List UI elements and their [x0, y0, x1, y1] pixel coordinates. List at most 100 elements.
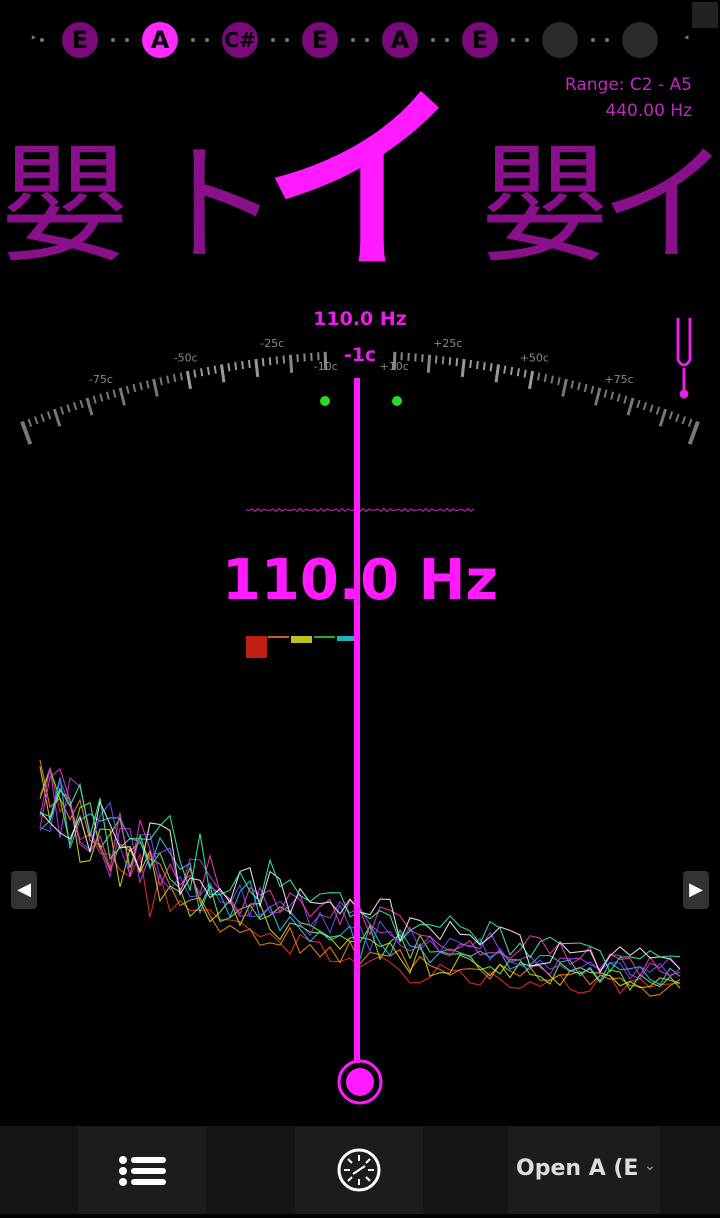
- corner-button[interactable]: [692, 2, 718, 28]
- string-empty-7[interactable]: [622, 22, 658, 58]
- meter-tick-label: -75c: [89, 373, 113, 386]
- meter-tick-label: +25c: [433, 337, 462, 350]
- range-info: Range: C2 - A5 440.00 Hz: [565, 72, 692, 124]
- meter-tick: [174, 374, 175, 382]
- meter-tick: [470, 360, 471, 368]
- separator-dot: [591, 38, 595, 42]
- meter-tick: [436, 356, 437, 364]
- meter-tick: [181, 373, 182, 381]
- meter-tick: [690, 422, 698, 445]
- meter-tick: [637, 400, 639, 408]
- meter-tick: [518, 368, 519, 376]
- next-button[interactable]: ▶: [683, 871, 709, 909]
- meter-tick: [624, 396, 626, 404]
- meter-tick-label: -25c: [260, 337, 284, 350]
- meter-tick: [120, 388, 124, 405]
- meter-tick-label: +10c: [380, 360, 409, 373]
- meter-tick: [571, 381, 573, 389]
- meter-tick: [28, 419, 31, 427]
- string-note-4[interactable]: A: [382, 22, 418, 58]
- string-note-3[interactable]: E: [302, 22, 338, 58]
- meter-tick: [215, 366, 216, 374]
- meter-tick: [283, 356, 284, 364]
- meter-tick: [558, 377, 560, 385]
- prev-button[interactable]: ◀: [11, 871, 37, 909]
- separator-dot: [285, 38, 289, 42]
- tuning-fork-icon[interactable]: [678, 318, 690, 397]
- note-left-2: 嬰: [0, 140, 130, 270]
- meter-tick: [450, 357, 451, 365]
- list-icon: [78, 1126, 206, 1214]
- meter-tick: [263, 358, 264, 366]
- meter-tick: [87, 398, 92, 415]
- meter-tick: [628, 398, 633, 415]
- meter-tick: [650, 405, 652, 413]
- meter-tick: [676, 414, 679, 422]
- tuning-select[interactable]: Open A (E ⌄: [508, 1126, 660, 1214]
- meter-tick: [618, 394, 620, 402]
- meter-tick: [551, 376, 553, 384]
- level-bar-orange: [268, 636, 289, 638]
- string-note-2[interactable]: C#: [222, 22, 258, 58]
- meter-tick: [61, 407, 63, 415]
- meter-tick: [529, 371, 532, 389]
- string-note-5[interactable]: E: [462, 22, 498, 58]
- meter-tick-label: +50c: [520, 351, 549, 364]
- meter-tick: [74, 402, 76, 410]
- meter-tick: [228, 363, 229, 371]
- tuning-needle[interactable]: [330, 378, 390, 1108]
- meter-tick: [484, 362, 485, 370]
- string-note-0[interactable]: E: [62, 22, 98, 58]
- meter-tick: [270, 357, 271, 365]
- meter-tick: [140, 382, 142, 390]
- meter-tick: [591, 386, 593, 394]
- meter-tick: [127, 386, 129, 394]
- meter-tick: [35, 417, 38, 425]
- meter-tick: [167, 376, 169, 384]
- meter-tick: [477, 361, 478, 369]
- meter-tick-label: -10c: [314, 360, 338, 373]
- meter-tick: [201, 368, 202, 376]
- meter-tick: [578, 382, 580, 390]
- meter-tick: [422, 354, 423, 362]
- meter-tick: [611, 392, 613, 400]
- meter-tick: [113, 390, 115, 398]
- meter-tick: [644, 402, 646, 410]
- meter-tick: [160, 377, 162, 385]
- meter-tick: [80, 400, 82, 408]
- chevron-right-icon: ‣: [683, 31, 690, 45]
- meter-tick: [256, 359, 258, 377]
- menu-button[interactable]: [78, 1126, 206, 1214]
- meter-tick: [48, 412, 51, 420]
- level-bar-red: [246, 636, 267, 658]
- meter-tick: [277, 356, 278, 364]
- meter-tick: [585, 384, 587, 392]
- tuner-button[interactable]: [295, 1126, 423, 1214]
- meter-tick: [194, 370, 195, 378]
- meter-tick: [456, 358, 457, 366]
- string-note-1[interactable]: A: [142, 22, 178, 58]
- note-current: イ: [262, 84, 462, 284]
- meter-tick: [22, 422, 30, 445]
- meter-tick: [443, 356, 444, 364]
- string-empty-6[interactable]: [542, 22, 578, 58]
- meter-tick: [670, 412, 673, 420]
- note-right-1: 嬰: [480, 140, 610, 270]
- meter-tick: [187, 371, 190, 389]
- meter-tick: [462, 359, 464, 377]
- chevron-left-icon: ‣: [30, 31, 37, 45]
- in-tune-right-dot: [392, 396, 402, 406]
- separator-dot: [525, 38, 529, 42]
- meter-tick: [605, 390, 607, 398]
- meter-tick: [682, 417, 685, 425]
- meter-tick: [511, 367, 512, 375]
- separator-dot: [40, 38, 44, 42]
- range-label: Range: C2 - A5: [565, 72, 692, 98]
- meter-tick: [290, 355, 291, 373]
- level-bar-yellow: [291, 636, 312, 643]
- meter-tick: [41, 414, 44, 422]
- bottom-bar: Open A (E ⌄: [0, 1126, 720, 1214]
- meter-tick-label: -50c: [174, 351, 198, 364]
- note-right-2: イ: [600, 140, 720, 270]
- reference-frequency: 440.00 Hz: [565, 98, 692, 124]
